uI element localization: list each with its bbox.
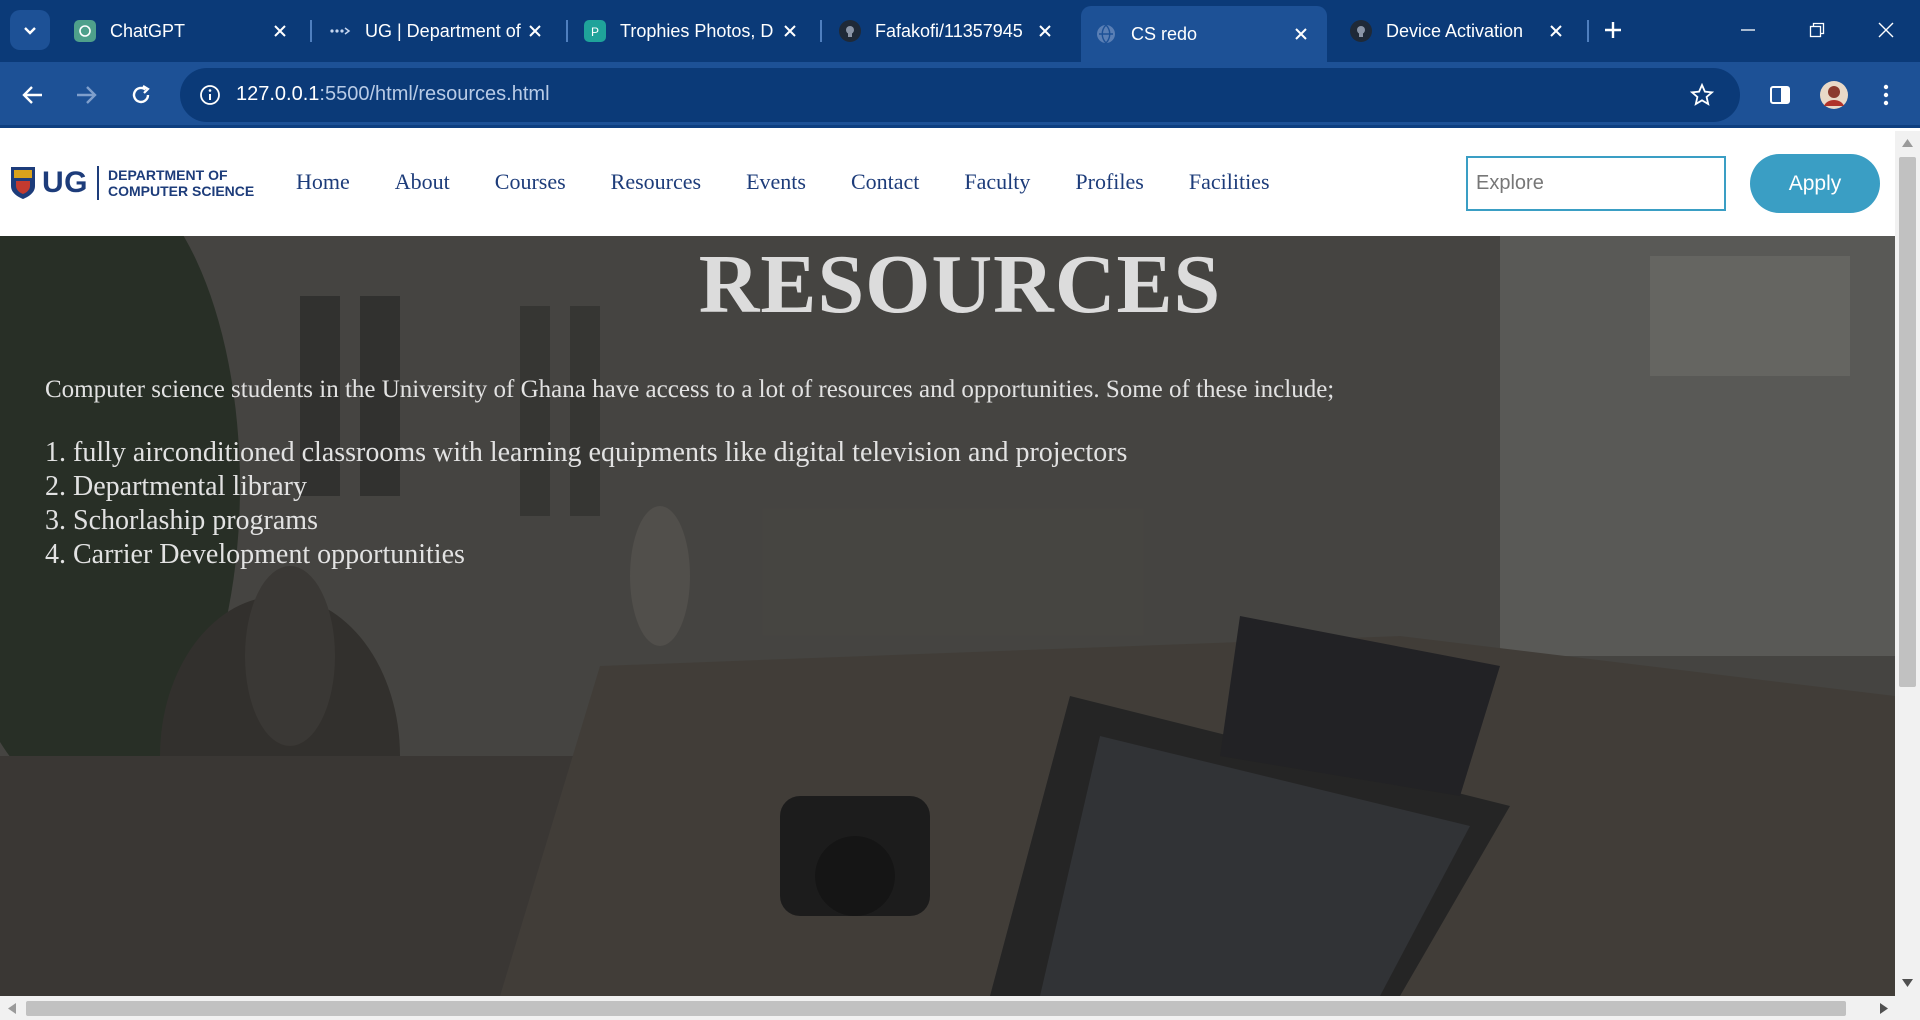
scroll-right-arrow-icon[interactable] [1880,1003,1888,1014]
logo-divider [97,166,99,200]
crest-icon [11,167,35,199]
tab-separator [1587,20,1589,42]
site-logo[interactable]: UG DEPARTMENT OF COMPUTER SCIENCE [10,161,254,205]
tab-separator [310,20,312,42]
apply-button[interactable]: Apply [1750,154,1880,213]
tab-trophies-photos[interactable]: P Trophies Photos, D [570,8,816,54]
tab-title: Trophies Photos, D [620,20,774,41]
nav-facilities[interactable]: Facilities [1189,169,1270,195]
hero-overlay [0,236,1895,996]
vertical-scroll-thumb[interactable] [1899,157,1916,687]
site-info-button[interactable] [190,75,230,115]
forward-arrow-icon [77,86,97,104]
close-icon[interactable] [266,17,294,45]
github-icon [1350,20,1372,42]
tab-github-fafakofi[interactable]: Fafakofi/11357945 [825,8,1071,54]
url-host: 127.0.0.1 [236,83,320,105]
tab-title: ChatGPT [110,20,186,41]
github-icon [839,20,861,42]
nav-faculty[interactable]: Faculty [964,169,1030,195]
nav-events[interactable]: Events [746,169,806,195]
address-bar[interactable]: 127.0.0.1:5500/html/resources.html [180,68,1740,122]
nav-profiles[interactable]: Profiles [1075,169,1143,195]
main-nav: Home About Courses Resources Events Cont… [296,169,1315,195]
resources-intro: Computer science students in the Univers… [45,376,1335,403]
plus-icon [1605,22,1621,38]
close-icon[interactable] [1542,17,1570,45]
tab-search-button[interactable] [10,10,50,50]
resources-list: 1. fully airconditioned classrooms with … [45,436,1127,572]
list-item: 4. Carrier Development opportunities [45,539,465,570]
side-panel-icon [1770,86,1790,104]
logo-dept-line1: DEPARTMENT OF [108,167,228,183]
scroll-up-arrow-icon[interactable] [1902,139,1913,147]
site-header: UG DEPARTMENT OF COMPUTER SCIENCE Home A… [0,131,1895,236]
minimize-button[interactable] [1728,10,1768,50]
list-item: 2. Departmental library [45,471,308,502]
explore-search-input[interactable] [1466,156,1726,211]
close-icon[interactable] [1031,17,1059,45]
globe-icon [1095,23,1117,45]
tab-cs-redo[interactable]: CS redo [1081,6,1327,62]
nav-resources[interactable]: Resources [611,169,701,195]
page-title: RESOURCES [698,238,1222,331]
scroll-down-arrow-icon[interactable] [1902,979,1913,987]
more-vertical-icon [1883,84,1889,106]
browser-toolbar: 127.0.0.1:5500/html/resources.html [0,62,1920,128]
new-tab-button[interactable] [1593,10,1633,50]
list-item: 1. fully airconditioned classrooms with … [45,437,1128,468]
close-icon [1878,22,1894,38]
tab-device-activation[interactable]: Device Activation [1336,8,1582,54]
back-arrow-icon [22,86,42,104]
scroll-left-arrow-icon[interactable] [8,1003,16,1014]
tab-chatgpt[interactable]: ChatGPT [60,8,306,54]
restore-icon [1809,22,1825,38]
list-item: 3. Schorlaship programs [45,505,318,536]
reload-button[interactable] [121,75,161,115]
chevron-down-icon [24,27,36,35]
url-path: :5500/html/resources.html [319,83,550,105]
minimize-icon [1741,29,1755,31]
side-panel-button[interactable] [1760,75,1800,115]
tab-title: UG | Department of [365,20,521,41]
forward-button[interactable] [66,75,106,115]
close-icon[interactable] [521,17,549,45]
chatgpt-icon [74,20,96,42]
url-text: 127.0.0.1:5500/html/resources.html [236,83,550,106]
nav-about[interactable]: About [395,169,450,195]
tab-title: Fafakofi/11357945 [875,20,1023,41]
info-icon [200,85,220,105]
tab-separator [820,20,822,42]
nav-courses[interactable]: Courses [495,169,566,195]
menu-button[interactable] [1866,75,1906,115]
back-button[interactable] [13,75,53,115]
horizontal-scrollbar[interactable] [0,996,1920,1020]
logo-ug-text: UG [42,166,88,199]
horizontal-scroll-thumb[interactable] [26,1001,1846,1016]
close-icon[interactable] [1287,20,1315,48]
tab-strip: ChatGPT UG | Department of P Trophies Ph… [0,0,1920,62]
resources-hero: RESOURCES Computer science students in t… [0,236,1895,996]
star-icon [1690,83,1714,106]
profile-button[interactable] [1814,75,1854,115]
reload-icon [132,85,150,104]
tab-title: Device Activation [1386,20,1524,41]
pexels-icon: P [584,20,606,42]
avatar [1820,81,1848,109]
vertical-scrollbar[interactable] [1895,131,1920,996]
tab-separator [566,20,568,42]
close-icon[interactable] [776,17,804,45]
bookmark-button[interactable] [1682,75,1722,115]
logo-dept-line2: COMPUTER SCIENCE [108,183,255,199]
svg-text:P: P [591,25,599,38]
ug-dots-icon [329,20,351,42]
close-window-button[interactable] [1866,10,1906,50]
tab-ug-department[interactable]: UG | Department of [315,8,561,54]
logo-dept-text: DEPARTMENT OF COMPUTER SCIENCE [108,167,254,199]
restore-button[interactable] [1797,10,1837,50]
tab-title: CS redo [1131,23,1198,44]
nav-contact[interactable]: Contact [851,169,919,195]
page-viewport: UG DEPARTMENT OF COMPUTER SCIENCE Home A… [0,131,1895,996]
nav-home[interactable]: Home [296,169,350,195]
